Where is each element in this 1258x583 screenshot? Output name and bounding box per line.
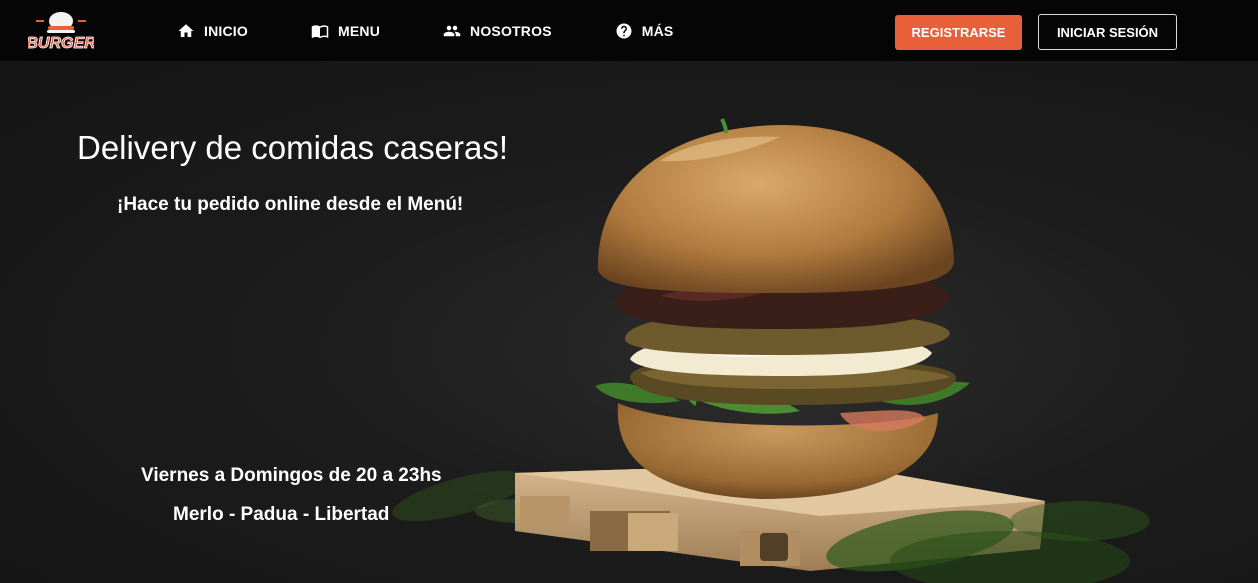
nav-item-label: MENU [337,22,381,39]
nav-item-label: MÁS [641,22,674,39]
burger-logo[interactable]: BURGER [28,8,94,54]
opening-hours: Viernes a Domingos de 20 a 23hs [141,465,442,486]
hero-title: Delivery de comidas caseras! [77,129,508,166]
logo-text: BURGER [28,35,94,52]
nav-item-menu[interactable]: MENU [310,21,380,41]
nav-item-mas[interactable]: MÁS [614,21,674,41]
register-button[interactable]: REGISTRARSE [895,15,1022,50]
hero-banner: Delivery de comidas caseras! ¡Hace tu pe… [0,61,1258,583]
nav-item-label: INICIO [204,22,248,39]
main-nav: INICIO MENU NOSOTROS MÁS [176,0,735,61]
help-circle-icon [614,21,634,41]
hero-subtitle: ¡Hace tu pedido online desde el Menú! [117,194,464,215]
menu-book-icon [310,21,330,41]
delivery-locations: Merlo - Padua - Libertad [173,504,390,525]
nav-item-inicio[interactable]: INICIO [176,21,248,41]
burger-image [392,111,1160,583]
nav-item-label: NOSOTROS [470,22,552,39]
home-icon [176,21,196,41]
login-button[interactable]: INICIAR SESIÓN [1038,14,1177,50]
nav-item-nosotros[interactable]: NOSOTROS [442,21,552,41]
top-navbar: BURGER INICIO MENU NOSOTROS MÁS REGISTRA… [0,0,1258,61]
people-icon [442,21,462,41]
